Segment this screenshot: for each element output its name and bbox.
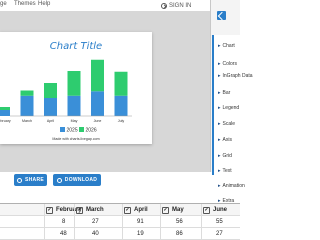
table-cell[interactable]: 27: [216, 228, 223, 240]
bar-2025-june[interactable]: [91, 91, 104, 116]
table-cell[interactable]: 19: [137, 228, 144, 240]
share-icon: [16, 177, 22, 183]
legend-swatch-2025: [60, 127, 65, 132]
grid-divider: [122, 204, 123, 240]
panel-item-grid[interactable]: Grid: [218, 153, 232, 159]
settings-panel: Chart Colors InGraph Data Bar Legend Sca…: [212, 35, 253, 204]
download-icon: [56, 177, 62, 183]
x-tick-label: July: [118, 119, 125, 123]
legend-label-2026: 2026: [86, 128, 97, 134]
share-label: SHARE: [24, 177, 44, 183]
chart-legend: 2025 2026: [60, 127, 97, 134]
menu-item-help[interactable]: Help: [38, 1, 50, 7]
sign-in-icon: [161, 2, 167, 9]
panel-item-chart[interactable]: Chart: [218, 43, 235, 49]
menu-item-language[interactable]: ge: [0, 1, 7, 7]
x-tick-label: June: [94, 119, 102, 123]
legend-label-2025: 2025: [67, 128, 78, 134]
panel-toggle-icon[interactable]: [217, 11, 226, 20]
table-cell[interactable]: 40: [92, 228, 99, 240]
column-checkbox-icon[interactable]: ✓: [76, 206, 83, 214]
bar-2025-july[interactable]: [114, 95, 128, 116]
chart-canvas: Chart Title February March April May June Jul…: [0, 41, 132, 141]
panel-item-legend[interactable]: Legend: [218, 105, 240, 111]
table-row: 48 40 19 86 27: [0, 228, 240, 240]
legend-swatch-2026: [79, 127, 84, 132]
table-cell[interactable]: 86: [176, 228, 183, 240]
panel-item-axis[interactable]: Axis: [218, 137, 232, 143]
bar-2025-february[interactable]: [0, 110, 10, 116]
grid-divider: [74, 204, 75, 240]
column-header-may[interactable]: ✓ May: [162, 204, 184, 216]
grid-divider: [201, 204, 202, 240]
x-tick-label: May: [71, 119, 78, 123]
bars-group: [0, 59, 128, 116]
table-row: 8 27 91 56 55: [0, 216, 240, 228]
data-grid: ✓ February ✓ March ✓ April ✓ May ✓ June 8 27 …: [0, 203, 240, 240]
bar-2025-may[interactable]: [67, 95, 81, 116]
table-cell[interactable]: 91: [137, 216, 144, 228]
x-tick-label: February: [0, 119, 11, 123]
panel-item-bar[interactable]: Bar: [218, 90, 231, 96]
download-button[interactable]: DOWNLOAD: [53, 174, 101, 186]
grid-header-row: ✓ February ✓ March ✓ April ✓ May ✓ June: [0, 204, 240, 216]
table-cell[interactable]: 27: [92, 216, 99, 228]
sign-in-label: SIGN IN: [169, 2, 192, 9]
bar-2026-may[interactable]: [67, 71, 81, 96]
bar-2026-march[interactable]: [20, 90, 34, 96]
sign-in-button[interactable]: SIGN IN: [161, 1, 191, 10]
bar-2026-february[interactable]: [0, 107, 10, 110]
share-button[interactable]: SHARE: [14, 174, 47, 186]
menu-bar: ge Themes Help SIGN IN: [0, 0, 210, 11]
panel-item-colors[interactable]: Colors: [218, 61, 237, 67]
column-checkbox-icon[interactable]: ✓: [124, 206, 131, 214]
bar-2026-april[interactable]: [44, 83, 57, 98]
grid-divider: [160, 204, 161, 240]
download-label: DOWNLOAD: [64, 177, 98, 183]
bar-2026-july[interactable]: [114, 71, 128, 96]
menu-item-themes[interactable]: Themes: [14, 1, 36, 7]
chart-footer: Made with charts.livegap.com: [52, 137, 99, 141]
panel-item-scale[interactable]: Scale: [218, 121, 236, 127]
grid-divider: [44, 204, 45, 240]
bar-2025-april[interactable]: [44, 98, 57, 116]
table-cell[interactable]: 48: [60, 228, 67, 240]
column-checkbox-icon[interactable]: ✓: [162, 206, 169, 214]
x-tick-label: March: [22, 119, 32, 123]
table-cell[interactable]: 55: [216, 216, 223, 228]
x-tick-label: April: [47, 119, 54, 123]
chart-title[interactable]: Chart Title: [50, 41, 102, 52]
panel-item-ingraph-data[interactable]: InGraph Data: [218, 73, 253, 79]
column-checkbox-icon[interactable]: ✓: [46, 206, 53, 214]
bar-2026-june[interactable]: [91, 59, 104, 92]
column-checkbox-icon[interactable]: ✓: [203, 206, 210, 214]
x-axis-labels: February March April May June July: [0, 119, 124, 123]
table-cell[interactable]: 8: [62, 216, 65, 228]
column-header-june[interactable]: ✓ June: [203, 204, 227, 216]
panel-item-animation[interactable]: Animation: [218, 183, 245, 189]
chart-preview[interactable]: Chart Title February March April May June Jul…: [0, 32, 152, 144]
column-header-april[interactable]: ✓ April: [124, 204, 148, 216]
panel-item-text[interactable]: Text: [218, 168, 232, 174]
table-cell[interactable]: 56: [176, 216, 183, 228]
column-header-march[interactable]: ✓ March: [76, 204, 104, 216]
bar-2025-march[interactable]: [20, 95, 34, 116]
